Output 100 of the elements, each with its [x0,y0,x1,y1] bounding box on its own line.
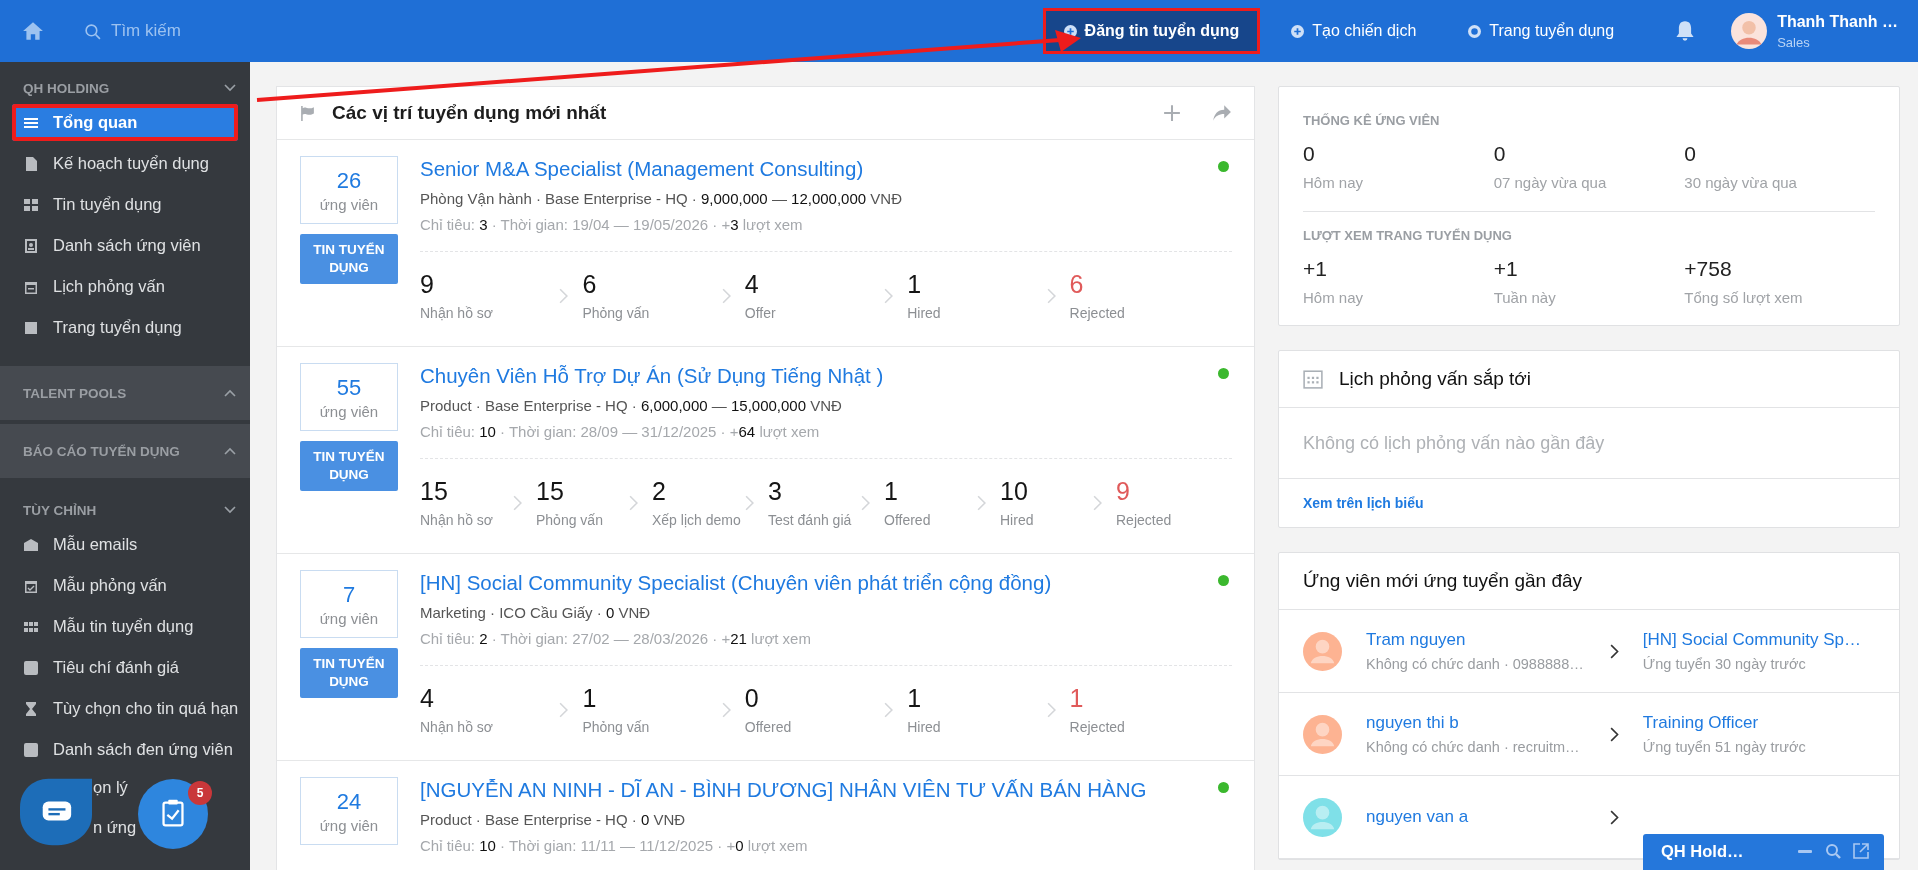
job-meta: Marketing · ICO Cầu Giấy · 0 VNĐ [420,604,652,621]
add-icon[interactable] [1162,104,1182,122]
sidebar-item[interactable]: Kế hoạch tuyển dụng [12,145,238,182]
sidebar-item[interactable]: Mẫu tin tuyển dụng [12,608,238,645]
card-title: Lịch phỏng vấn sắp tới [1339,368,1532,390]
stat-label: Hôm nay [1303,174,1365,191]
candidate-count[interactable]: 7 ứng viên [300,570,398,638]
stage-count: 0 [744,684,760,713]
sidebar-item[interactable]: Mẫu phỏng vấn [12,567,238,604]
search-icon[interactable] [1824,842,1842,860]
job-details: Chỉ tiêu: 10 · Thời gian: 28/09 — 31/12/2025 · +64 lượt xem [420,423,821,440]
stage-label: Offered [884,512,931,528]
job-title[interactable]: Chuyên Viên Hỗ Trợ Dự Án (Sử Dụng Tiếng Nhật ) [420,363,884,389]
chevron-icon [721,701,731,718]
job-post-button[interactable]: TIN TUYỂN DỤNG [300,648,398,698]
stage-label: Phỏng vấn [582,719,650,735]
nav-button[interactable]: Đăng tin tuyển dụng [1042,8,1261,54]
calendar-icon [1303,369,1323,389]
job-post-button[interactable]: TIN TUYỂN DỤNG [300,234,398,284]
stage-count: 10 [1000,477,1029,506]
chat-widget[interactable]: QH Hold… [1643,834,1884,870]
applied-time: Ứng tuyển 51 ngày trước [1642,739,1807,755]
stage-label: Offered [744,719,792,735]
flag-icon [299,104,316,122]
stats-heading: LƯỢT XEM TRANG TUYỂN DỤNG [1303,228,1513,243]
sidebar-item[interactable]: Tổng quan [12,104,238,141]
stage-count: 6 [582,270,598,299]
section-header[interactable]: BÁO CÁO TUYỂN DỤNG [0,424,250,478]
applicant-name[interactable]: nguyen thi b [1366,713,1599,733]
user-role: Sales [1777,34,1811,50]
sidebar-item[interactable]: Lịch phỏng vấn [12,268,238,305]
section-header[interactable]: TALENT POOLS [0,366,250,420]
avatar-icon[interactable] [1731,13,1768,49]
candidate-count[interactable]: 24 ứng viên [300,777,398,845]
sidebar-item[interactable]: Danh sách ứng viên [12,227,238,264]
sidebar-item[interactable]: Tiêu chí đánh giá [12,649,238,686]
chat-button[interactable] [20,778,92,846]
share-icon[interactable] [1212,104,1232,122]
sidebar-item[interactable]: n ứng [93,812,137,842]
calendar-link[interactable]: Xem trên lịch biểu [1303,495,1424,511]
chevron-icon [1046,287,1056,304]
grid-icon [23,196,39,213]
stage-label: Rejected [1116,512,1172,528]
sidebar-item[interactable]: Tùy chọn cho tin quá hạn [12,690,238,727]
stat-value: +1 [1303,257,1328,281]
stage-count: 2 [652,477,667,506]
chevron-icon [884,287,894,304]
job-link[interactable]: [HN] Social Community Sp… [1642,630,1875,650]
stage-count: 15 [420,477,449,506]
job-title[interactable]: [NGUYỄN AN NINH - DĨ AN - BÌNH DƯƠNG] NHÂN VIÊN TƯ VẤN BÁN HÀNG [420,777,1147,803]
job-details: Chỉ tiêu: 3 · Thời gian: 19/04 — 19/05/2026 · +3 lượt xem [420,216,804,233]
applicant-detail: Không có chức danh · 0988888… [1366,656,1585,672]
sidebar-item[interactable]: Tin tuyển dụng [12,186,238,223]
applicant-name[interactable]: Tram nguyen [1366,630,1599,650]
stage-label: Phỏng vấn [536,512,603,528]
stat-value: 0 [1493,142,1507,166]
bell-icon[interactable] [1675,20,1696,42]
chevron-icon [1610,809,1619,825]
stage-label: Hired [907,305,941,321]
stage-count: 9 [1116,477,1131,506]
chevron-icon [1093,494,1102,511]
sidebar-item[interactable]: ọn lý [93,772,128,802]
stat-value: 0 [1303,142,1316,166]
job-post-button[interactable]: TIN TUYỂN DỤNG [300,441,398,491]
stat-value: +758 [1684,257,1733,281]
sidebar-item[interactable]: Mẫu emails [12,526,238,563]
job-meta: Phòng Vận hành · Base Enterprise - HQ · 9,000,000 — 12,000,000 VNĐ [420,190,903,207]
chevron-icon [1610,726,1619,742]
stage-count: 1 [907,684,923,713]
job-title[interactable]: [HN] Social Community Specialist (Chuyên viên phát triển cộng đồng) [420,570,1052,596]
chevron-icon [745,494,754,511]
chevron-icon [224,506,236,514]
chevron-icon [884,701,894,718]
search-field[interactable]: Tìm kiếm [109,20,273,42]
job-title[interactable]: Senior M&A Specialist (Management Consulting) [420,156,864,182]
nav-button[interactable]: Trang tuyển dụng [1447,8,1636,54]
applicant-name[interactable]: nguyen van a [1366,807,1599,827]
section-header[interactable]: QH HOLDING [0,76,250,100]
tasks-button[interactable] [138,779,208,849]
stat-label: Tổng số lượt xem [1684,289,1804,306]
job-link[interactable]: Training Officer [1642,713,1875,733]
chevron-icon [513,494,522,511]
stage-count: 1 [907,270,923,299]
stage-count: 4 [744,270,760,299]
nav-button[interactable]: Tạo chiến dịch [1270,8,1438,54]
card-title: Các vị trí tuyển dụng mới nhất [332,102,607,124]
stat-value: +1 [1493,257,1519,281]
home-icon[interactable] [22,21,44,41]
candidate-count[interactable]: 26 ứng viên [300,156,398,224]
search-icon [84,22,101,40]
stats-heading: THỐNG KÊ ỨNG VIÊN [1303,113,1441,128]
chevron-icon [861,494,870,511]
sidebar-item[interactable]: Trang tuyển dụng [12,309,238,346]
candidate-count[interactable]: 55 ứng viên [300,363,398,431]
stage-count: 3 [768,477,783,506]
sidebar-item[interactable]: Danh sách đen ứng viên [12,731,238,768]
stage-count: 1 [582,684,598,713]
section-header[interactable]: TÙY CHỈNH [0,498,250,522]
card-title: Ứng viên mới ứng tuyển gần đây [1303,570,1583,592]
job-details: Chỉ tiêu: 10 · Thời gian: 11/11 — 11/12/2025 · +0 lượt xem [420,837,809,854]
